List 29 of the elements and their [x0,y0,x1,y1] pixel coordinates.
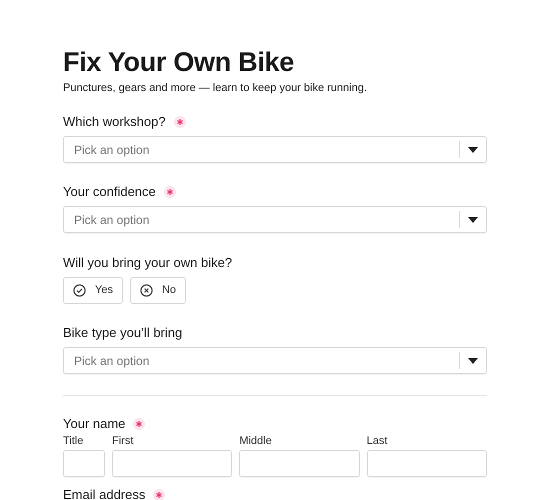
choice-button[interactable]: Yes [63,277,123,304]
caret-icon [468,216,478,222]
field-label: Bike type you’ll bring [63,325,182,341]
input-field[interactable] [63,450,105,477]
input-field[interactable] [239,450,360,477]
cross-circle-icon [140,284,153,297]
check-circle-icon [73,284,86,297]
select-field[interactable]: Pick an option [63,347,487,374]
caret-icon [468,358,478,364]
select-field[interactable]: Pick an option [63,136,487,163]
page-subtitle: Punctures, gears and more — learn to keep your bike running. [63,81,368,95]
subfield-label: Last [366,434,388,448]
select-placeholder: Pick an option [73,352,150,370]
caret-icon [468,146,478,152]
page-title: Fix Your Own Bike [63,46,295,78]
select-placeholder: Pick an option [73,212,150,228]
subfield-label: Middle [239,434,273,448]
field-label: Your name [63,416,126,432]
field-label: Which workshop? [63,114,166,130]
field-label: Your confidence [63,184,156,200]
input-field[interactable] [112,450,232,477]
field-label: Email address [63,487,146,500]
input-field[interactable] [366,450,487,477]
subfield-label: Title [63,434,84,448]
subfield-label: First [112,434,134,448]
field-label: Will you bring your own bike? [63,255,232,271]
select-field[interactable]: Pick an option [63,206,487,233]
select-placeholder: Pick an option [73,142,150,158]
choice-button[interactable]: No [130,277,186,304]
